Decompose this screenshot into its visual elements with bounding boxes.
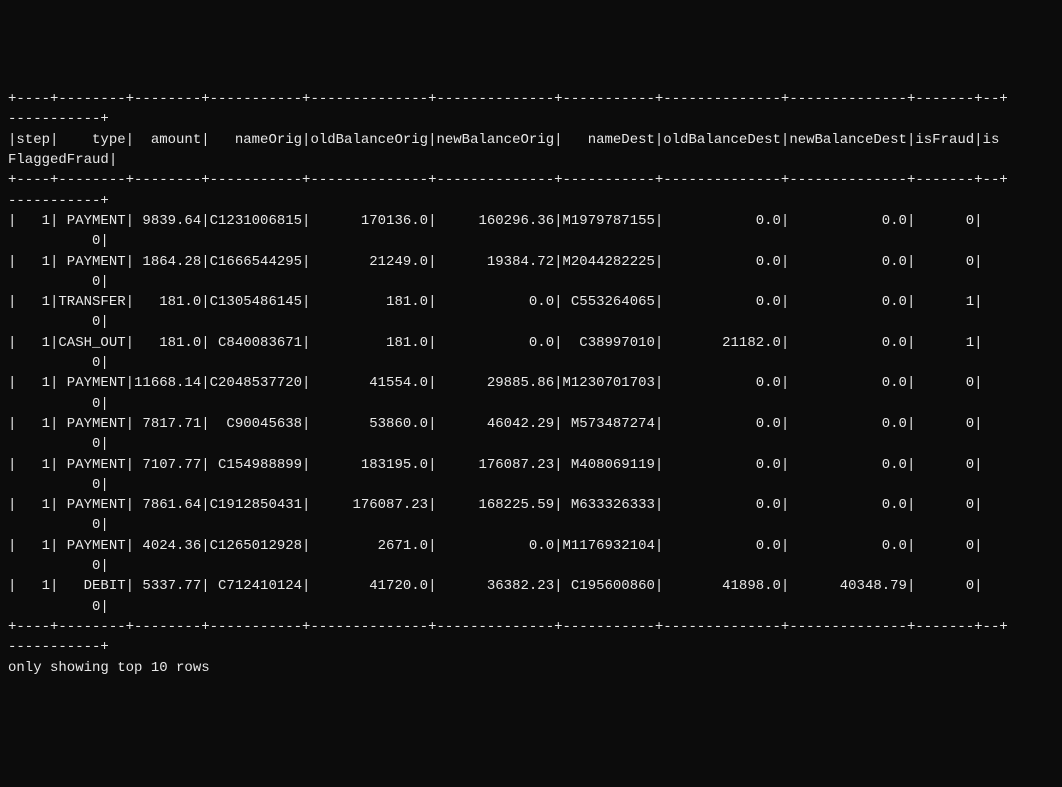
spark-table-output: +----+--------+--------+-----------+----… [8, 89, 1054, 678]
